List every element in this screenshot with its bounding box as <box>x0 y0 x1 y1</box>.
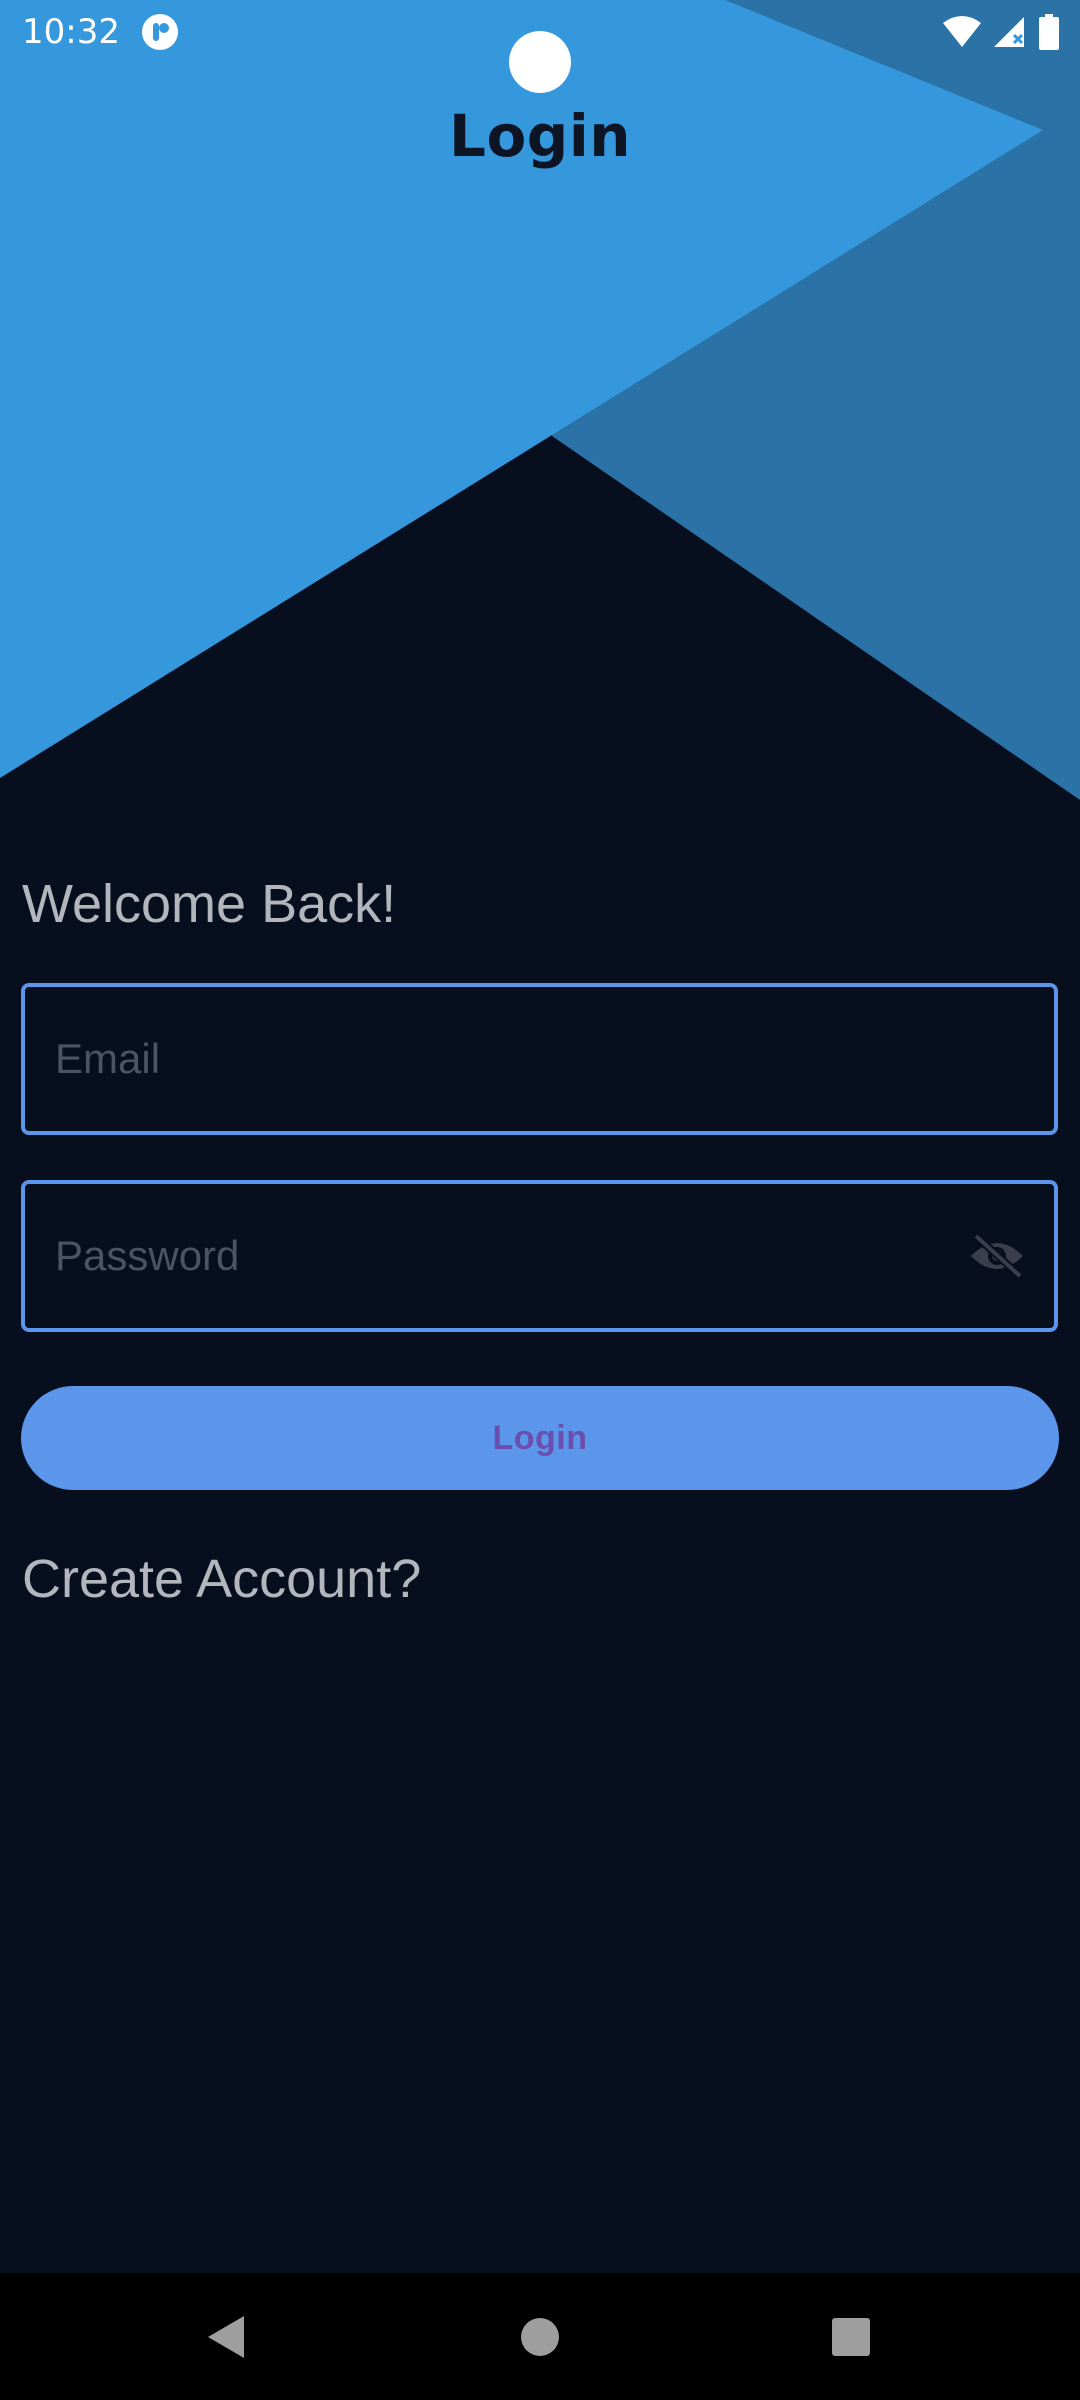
home-icon <box>521 2318 559 2356</box>
email-input[interactable] <box>55 987 955 1131</box>
recents-icon <box>832 2318 870 2356</box>
wifi-icon <box>943 16 981 47</box>
nav-recents-button[interactable] <box>815 2301 887 2373</box>
signal-icon <box>994 17 1024 47</box>
nav-back-button[interactable] <box>190 2301 262 2373</box>
nav-home-button[interactable] <box>504 2301 576 2373</box>
page-title: Login <box>449 102 631 170</box>
password-field[interactable] <box>21 1180 1058 1332</box>
back-icon <box>208 2316 244 2358</box>
camera-cutout <box>509 31 571 93</box>
login-button[interactable]: Login <box>21 1386 1059 1490</box>
battery-icon <box>1039 14 1059 50</box>
system-nav-bar <box>0 2273 1080 2400</box>
password-input[interactable] <box>55 1184 955 1328</box>
create-account-link[interactable]: Create Account? <box>22 1545 421 1613</box>
eye-off-icon[interactable] <box>968 1232 1026 1280</box>
login-screen: 10:32 Login Welcome Back! Email Login Cr… <box>0 0 1080 2400</box>
p-badge-icon <box>142 14 178 50</box>
welcome-heading: Welcome Back! <box>22 874 397 934</box>
status-time: 10:32 <box>22 12 120 52</box>
email-field[interactable] <box>21 983 1058 1135</box>
status-icons <box>942 12 1060 52</box>
